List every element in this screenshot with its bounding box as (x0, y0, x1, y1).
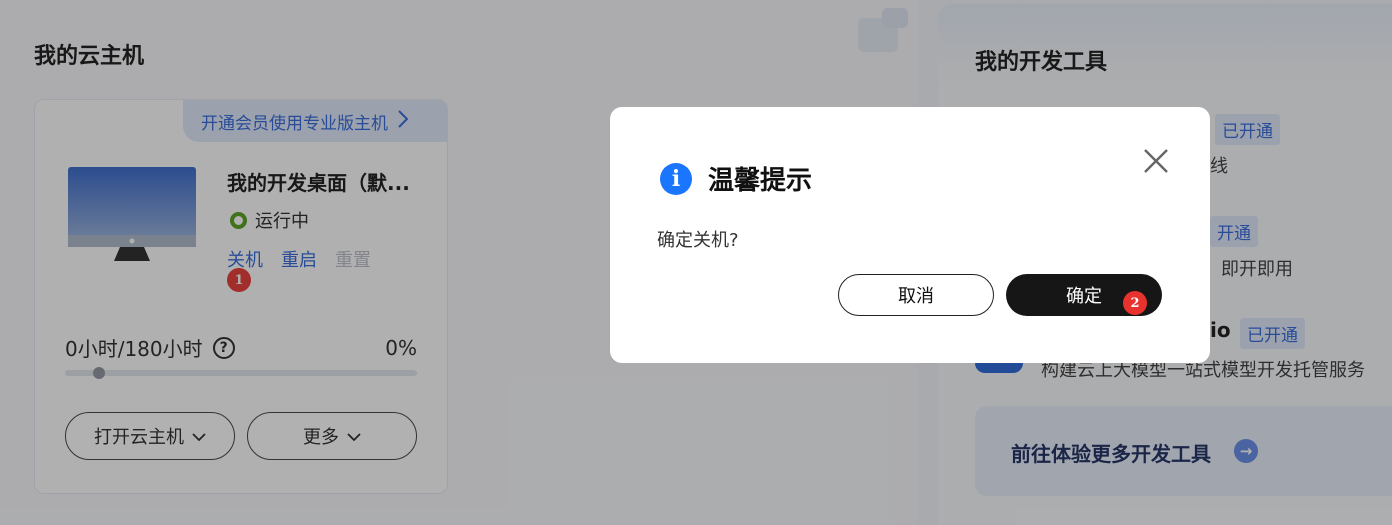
cancel-label: 取消 (898, 286, 934, 307)
step-marker-2: 2 (1123, 291, 1147, 315)
dialog-title: 温馨提示 (708, 166, 813, 196)
dialog-header: i 温馨提示 (660, 160, 812, 197)
cancel-button[interactable]: 取消 (838, 274, 994, 316)
info-icon: i (660, 162, 692, 195)
confirm-dialog: i 温馨提示 确定关机? 取消 确定 2 (610, 107, 1210, 363)
confirm-label: 确定 (1066, 286, 1102, 307)
dialog-message: 确定关机? (657, 230, 739, 251)
close-icon[interactable] (1142, 147, 1170, 175)
